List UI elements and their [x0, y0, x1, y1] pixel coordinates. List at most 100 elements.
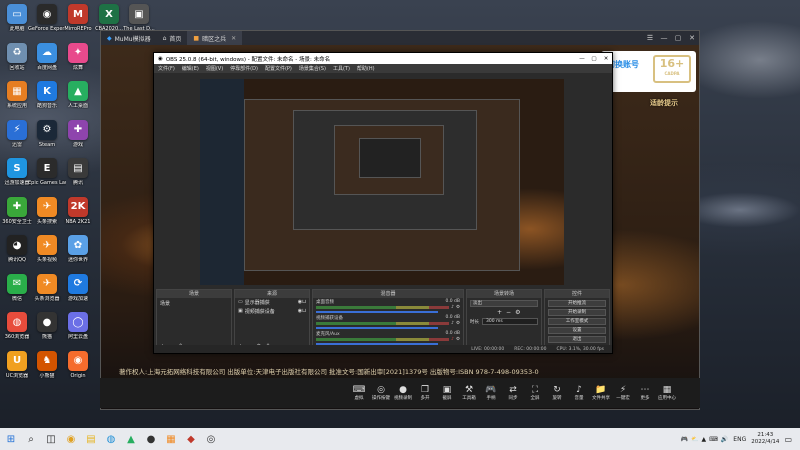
- toolbar-toolbox-button[interactable]: ⚒ 工具箱: [458, 385, 480, 401]
- weather-tray-icon[interactable]: ⛅: [691, 436, 698, 443]
- menu-icon[interactable]: ☰: [643, 31, 657, 45]
- source-item[interactable]: ▣ 视频捕获设备 ◉ ⊔: [235, 307, 309, 316]
- nested-preview-4: [359, 138, 421, 178]
- obs-close-button[interactable]: ✕: [600, 56, 612, 62]
- menu-tools[interactable]: 工具(T): [333, 65, 350, 72]
- toolbar-keymap-button[interactable]: ◎ 操作按键: [370, 385, 392, 401]
- desktop-icon-label: 游戏加速: [67, 295, 88, 302]
- toolbar-sync-button[interactable]: ⇄ 同步: [502, 385, 524, 401]
- language-indicator[interactable]: ENG: [733, 436, 746, 443]
- close-button[interactable]: ✕: [685, 31, 699, 45]
- rec-status: REC: 00:00:00: [514, 346, 547, 352]
- thunder-icon: ⚡: [7, 119, 27, 140]
- volume-slider[interactable]: [316, 327, 439, 329]
- file-explorer-icon[interactable]: ▤: [82, 430, 100, 448]
- mumu-taskbar-icon[interactable]: ▦: [162, 430, 180, 448]
- desktop-icon[interactable]: ⟳ 游戏加速: [59, 273, 97, 316]
- obs-active-icon[interactable]: ◎: [202, 430, 220, 448]
- browser-360-icon: ◍: [7, 312, 27, 332]
- toolbar-gamepad-tool-button[interactable]: 🎮 手柄: [480, 385, 502, 401]
- menu-help[interactable]: 帮助(H): [357, 65, 375, 72]
- clock[interactable]: 21:43 2022/4/14: [751, 432, 779, 446]
- task-view-icon[interactable]: ◫: [42, 430, 60, 448]
- chrome-icon[interactable]: ◉: [62, 430, 80, 448]
- add-transition-icon[interactable]: +: [497, 309, 502, 316]
- age-rating-badge: 16+ CADPA: [653, 55, 691, 83]
- channel-gear-icon[interactable]: ⚙: [456, 337, 460, 342]
- desktop-icon[interactable]: ▲ 人工桌面: [59, 81, 97, 123]
- settings-button[interactable]: 设置: [548, 327, 606, 334]
- channel-gear-icon[interactable]: ⚙: [456, 305, 460, 310]
- windows-start-icon[interactable]: ⊞: [2, 430, 20, 448]
- multi-icon: ❐: [420, 385, 430, 395]
- source-item[interactable]: ▭ 显示器捕获 ◉ ⊔: [235, 298, 309, 307]
- maximize-button[interactable]: ▢: [671, 31, 685, 45]
- volume-slider[interactable]: [316, 311, 439, 313]
- toolbar-keyboard-button[interactable]: ⌨ 虚拟: [348, 385, 370, 401]
- overflow-tray-icon[interactable]: ▲: [702, 436, 707, 443]
- speaker-icon[interactable]: ♪: [451, 305, 454, 310]
- toolbar-screenshot-button[interactable]: ▣ 截屏: [436, 385, 458, 401]
- exit-button[interactable]: 退出: [548, 336, 606, 343]
- menu-file[interactable]: 文件(F): [158, 65, 175, 72]
- edge-icon[interactable]: ◍: [102, 430, 120, 448]
- desktop-icon-label: 游戏: [72, 141, 83, 148]
- nested-preview-1: [244, 99, 520, 271]
- studio-mode-button[interactable]: 工作室模式: [548, 318, 606, 325]
- volume-tray-icon[interactable]: 🔊: [721, 436, 728, 443]
- obs-minimize-button[interactable]: —: [576, 56, 588, 62]
- tab-game[interactable]: ■ 暗区之兵 ✕: [187, 31, 243, 45]
- desktop-icon[interactable]: ◯ 阿里云盘: [59, 312, 97, 354]
- toolbar-more-button[interactable]: ⋯ 更多: [634, 385, 656, 401]
- menu-docks[interactable]: 停靠部件(D): [230, 65, 258, 72]
- speaker-icon[interactable]: ♪: [451, 337, 454, 342]
- lock-icon[interactable]: ⊔: [302, 299, 306, 306]
- menu-scene-collection[interactable]: 场景集合(S): [299, 65, 326, 72]
- toolbar-record-button[interactable]: ● 视频录制: [392, 385, 414, 401]
- toolbar-app-center-button[interactable]: ▦ 应用中心: [656, 385, 678, 401]
- aliyun-icon: ◯: [68, 312, 88, 332]
- menu-profile[interactable]: 配置文件(P): [265, 65, 292, 72]
- duration-input[interactable]: 300 ms: [482, 318, 538, 325]
- transition-settings-icon[interactable]: ⚙: [515, 309, 520, 316]
- start-recording-button[interactable]: 开始录制: [548, 309, 606, 316]
- obs-maximize-button[interactable]: ▢: [588, 56, 600, 62]
- toolbar-share-button[interactable]: 📁 文件共享: [590, 385, 612, 401]
- desktop-icon-label: 炫舞: [72, 64, 83, 71]
- obs-taskbar-icon[interactable]: ●: [142, 430, 160, 448]
- toolbar-volume-button[interactable]: ♪ 音量: [568, 385, 590, 401]
- shield-360-icon: ✚: [7, 196, 27, 217]
- scene-item[interactable]: 场景: [157, 298, 231, 309]
- menu-edit[interactable]: 编辑(E): [182, 65, 199, 72]
- obs-preview-canvas[interactable]: [200, 79, 564, 285]
- app-icon[interactable]: ▲: [122, 430, 140, 448]
- speaker-icon[interactable]: ♪: [451, 321, 454, 326]
- transition-select[interactable]: 淡出: [470, 300, 538, 307]
- channel-gear-icon[interactable]: ⚙: [456, 321, 460, 326]
- desktop-icon[interactable]: ▤ 腾讯: [59, 158, 97, 200]
- steam-icon: ⚙: [37, 119, 57, 140]
- start-streaming-button[interactable]: 开始推流: [548, 300, 606, 307]
- search-icon[interactable]: ⌕: [22, 430, 40, 448]
- toolbar-multi-button[interactable]: ❐ 多开: [414, 385, 436, 401]
- toolbar-rotate-button[interactable]: ↻ 旋转: [546, 385, 568, 401]
- minimize-button[interactable]: —: [657, 31, 671, 45]
- desktop-icon[interactable]: ✚ 游戏: [59, 119, 97, 162]
- toolbar-fullscreen-button[interactable]: ⛶ 全屏: [524, 385, 546, 401]
- desktop-icon[interactable]: 2K NBA 2K21: [59, 196, 97, 239]
- desktop-icon[interactable]: ✿ 迷你世界: [59, 235, 97, 277]
- game-taskbar-icon[interactable]: ◆: [182, 430, 200, 448]
- toolbar-macro-button[interactable]: ⚡ 一键宏: [612, 385, 634, 401]
- volume-meter: [316, 338, 450, 341]
- controller-tray-icon[interactable]: 🎮: [681, 436, 688, 443]
- close-tab-icon[interactable]: ✕: [231, 35, 236, 42]
- license-text: 著作权人:上海元拓网络科技有限公司 出版单位:天津电子出版社有限公司 批准文号:…: [119, 368, 539, 376]
- desktop-icon[interactable]: ◉ Origin: [59, 350, 97, 393]
- desktop-icon[interactable]: ✦ 炫舞: [59, 42, 97, 85]
- tab-home[interactable]: ⌂ 首页: [157, 31, 188, 45]
- notification-icon[interactable]: ▭: [784, 435, 792, 444]
- lock-icon[interactable]: ⊔: [302, 308, 306, 315]
- menu-view[interactable]: 视图(V): [206, 65, 223, 72]
- remove-transition-icon[interactable]: −: [506, 309, 511, 316]
- keyboard-tray-icon[interactable]: ⌨: [709, 436, 718, 443]
